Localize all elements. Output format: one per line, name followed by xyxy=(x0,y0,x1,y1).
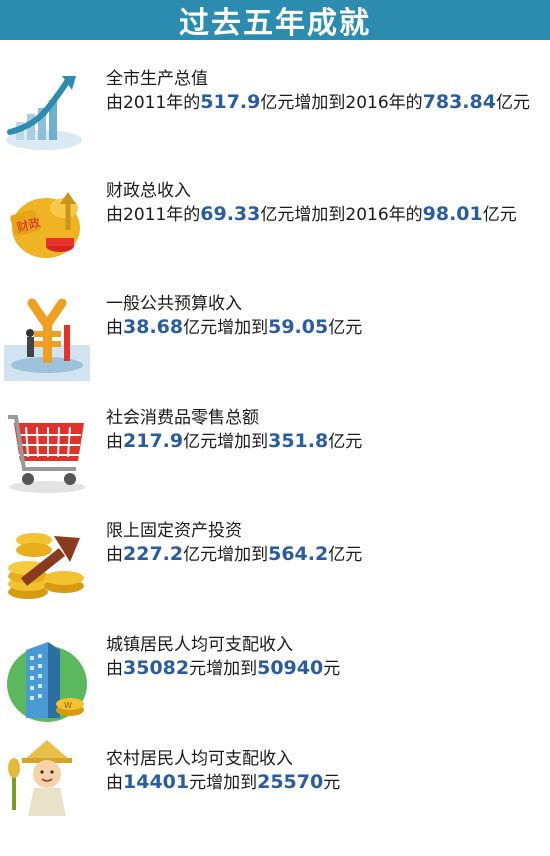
achievement-item-urban-income: W 城镇居民人均可支配收入 由35082元增加到50940元 xyxy=(0,630,550,742)
achievement-item-retail: 社会消费品零售总额 由217.9亿元增加到351.8亿元 xyxy=(0,403,550,515)
to-value: 50940 xyxy=(257,657,324,679)
item-detail: 由35082元增加到50940元 xyxy=(106,654,340,679)
to-value: 783.84 xyxy=(422,91,496,113)
achievement-item-fiscal: 财政 财政总收入 由2011年的69.33亿元增加到2016年的98.01亿元 xyxy=(0,176,550,288)
item-detail: 由14401元增加到25570元 xyxy=(106,768,340,793)
item-detail: 由2011年的517.9亿元增加到2016年的783.84亿元 xyxy=(106,88,530,113)
to-value: 351.8 xyxy=(268,430,329,452)
from-value: 227.2 xyxy=(123,543,184,565)
item-prefix: 由 xyxy=(106,773,123,793)
title-banner: 过去五年成就 xyxy=(0,0,550,41)
item-suffix: 亿元 xyxy=(328,545,363,565)
from-value: 69.33 xyxy=(200,203,261,225)
from-value: 35082 xyxy=(123,657,190,679)
item-prefix: 由2011年的 xyxy=(106,93,201,113)
to-value: 25570 xyxy=(257,771,324,793)
city-building-icon: W xyxy=(7,642,87,722)
page-title: 过去五年成就 xyxy=(179,6,371,41)
to-value: 564.2 xyxy=(268,543,329,565)
coins-arrow-icon xyxy=(8,533,84,599)
item-detail: 由227.2亿元增加到564.2亿元 xyxy=(106,540,362,565)
item-detail: 由217.9亿元增加到351.8亿元 xyxy=(106,427,362,452)
growth-chart-icon xyxy=(6,76,82,150)
to-value: 59.05 xyxy=(268,316,329,338)
from-value: 14401 xyxy=(123,771,190,793)
item-prefix: 由 xyxy=(106,659,123,679)
item-detail: 由2011年的69.33亿元增加到2016年的98.01亿元 xyxy=(106,200,517,225)
from-value: 38.68 xyxy=(123,316,184,338)
yuan-sign-icon xyxy=(4,298,90,381)
item-suffix: 亿元 xyxy=(328,318,363,338)
achievement-item-budget: 一般公共预算收入 由38.68亿元增加到59.05亿元 xyxy=(0,289,550,401)
item-middle: 元增加到 xyxy=(189,659,258,679)
item-suffix: 元 xyxy=(323,659,341,679)
item-middle: 亿元增加到 xyxy=(183,545,269,565)
item-heading: 全市生产总值 xyxy=(106,69,208,89)
item-suffix: 亿元 xyxy=(482,205,517,225)
from-value: 217.9 xyxy=(123,430,184,452)
item-prefix: 由 xyxy=(106,318,123,338)
achievement-item-gdp: 全市生产总值 由2011年的517.9亿元增加到2016年的783.84亿元 xyxy=(0,64,550,176)
item-heading: 社会消费品零售总额 xyxy=(106,408,259,428)
item-suffix: 元 xyxy=(323,773,341,793)
svg-text:W: W xyxy=(64,701,72,710)
item-suffix: 亿元 xyxy=(328,432,363,452)
item-heading: 限上固定资产投资 xyxy=(106,521,242,541)
item-prefix: 由2011年的 xyxy=(106,205,201,225)
item-middle: 亿元增加到 xyxy=(183,432,269,452)
achievement-item-rural-income: 农村居民人均可支配收入 由14401元增加到25570元 xyxy=(0,740,550,856)
farmer-icon xyxy=(8,740,72,816)
to-value: 98.01 xyxy=(422,203,483,225)
from-value: 517.9 xyxy=(200,91,261,113)
item-heading: 一般公共预算收入 xyxy=(106,294,242,314)
finance-piggy-icon: 财政 xyxy=(10,192,80,258)
item-middle: 亿元增加到2016年的 xyxy=(260,205,423,225)
item-heading: 城镇居民人均可支配收入 xyxy=(106,635,293,655)
item-prefix: 由 xyxy=(106,432,123,452)
item-middle: 亿元增加到 xyxy=(183,318,269,338)
item-middle: 元增加到 xyxy=(189,773,258,793)
item-middle: 亿元增加到2016年的 xyxy=(260,93,423,113)
item-suffix: 亿元 xyxy=(495,93,530,113)
item-detail: 由38.68亿元增加到59.05亿元 xyxy=(106,313,362,338)
item-heading: 农村居民人均可支配收入 xyxy=(106,749,293,769)
shopping-cart-icon xyxy=(8,415,85,493)
item-heading: 财政总收入 xyxy=(106,181,191,201)
achievement-item-investment: 限上固定资产投资 由227.2亿元增加到564.2亿元 xyxy=(0,516,550,628)
item-prefix: 由 xyxy=(106,545,123,565)
